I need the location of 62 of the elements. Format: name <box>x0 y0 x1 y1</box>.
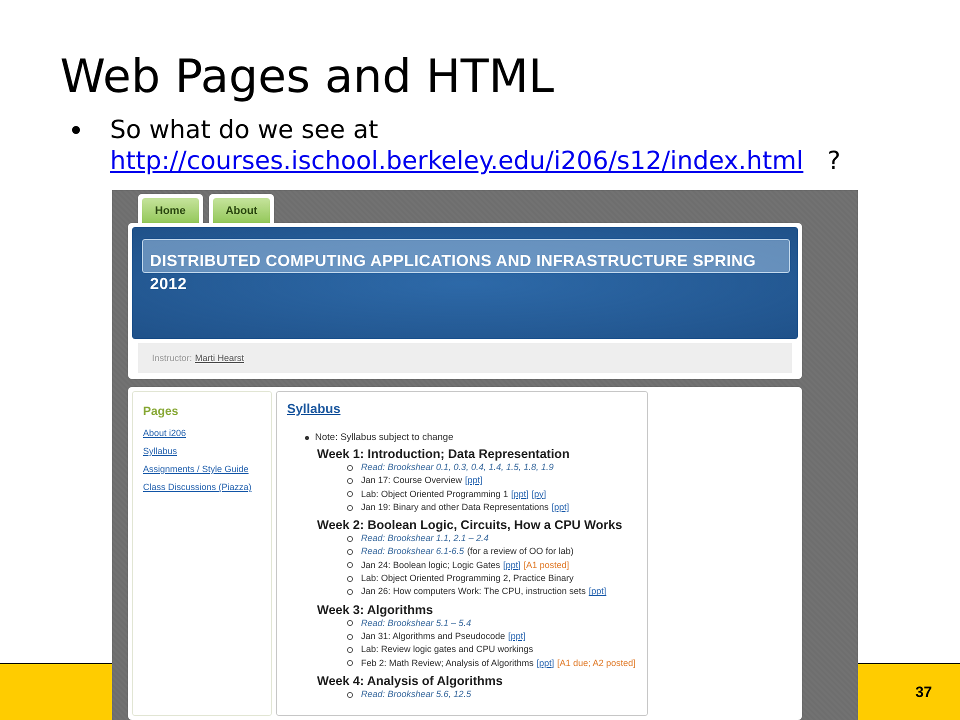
week-heading: Week 1: Introduction; Data Representation <box>317 447 571 461</box>
instructor-link[interactable]: Marti Hearst <box>195 353 244 363</box>
circle-bullet-icon <box>347 491 353 498</box>
circle-bullet-icon <box>347 504 353 511</box>
circle-bullet-icon <box>347 589 353 596</box>
item-text: Feb 2: Math Review; Analysis of Algorithms <box>361 656 534 670</box>
file-link[interactable]: [ppt] <box>536 656 554 670</box>
bullet-text: So what do we see at <box>110 114 380 145</box>
nav-tab[interactable]: Home <box>138 194 203 223</box>
file-link[interactable]: [ppt] <box>508 630 526 644</box>
circle-bullet-icon <box>347 478 353 484</box>
circle-bullet-icon <box>347 536 353 542</box>
item-text: Jan 26: How computers Work: The CPU, instruction sets <box>361 585 586 598</box>
item-text: Jan 19: Binary and other Data Representations <box>361 500 549 514</box>
week-heading: Week 2: Boolean Logic, Circuits, How a CPU Works <box>317 518 624 532</box>
sidebar-link[interactable]: Syllabus <box>143 446 261 456</box>
circle-bullet-icon <box>347 634 353 640</box>
circle-bullet-icon <box>347 620 353 626</box>
file-link[interactable]: [ppt] <box>503 558 521 572</box>
syllabus-heading[interactable]: Syllabus <box>287 401 340 416</box>
nav-tab[interactable]: About <box>208 194 274 223</box>
circle-bullet-icon <box>347 646 353 653</box>
item-text: Jan 17: Course Overview <box>361 474 462 488</box>
circle-bullet-icon <box>347 692 353 698</box>
page-number: 37 <box>915 684 932 700</box>
circle-bullet-icon <box>347 549 353 556</box>
instructor-label: Instructor: <box>152 353 192 363</box>
item-text: Lab: Object Oriented Programming 1 <box>361 488 508 501</box>
course-title: DISTRIBUTED COMPUTING APPLICATIONS AND INFRASTRUCTURE SPRING 2012 <box>150 252 757 295</box>
week-heading: Week 4: Analysis of Algorithms <box>317 674 504 688</box>
status-note: [A1 due; A2 posted] <box>557 656 636 670</box>
item-text: Jan 31: Algorithms and Pseudocode <box>361 630 506 643</box>
bullet-icon <box>72 126 80 134</box>
reading-text: Read: Brookshear 1.1, 2.1 – 2.4 <box>361 532 489 546</box>
reading-text: Read: Brookshear 0.1, 0.3, 0.4, 1.4, 1.5, 1.8, 1.9 <box>361 461 554 474</box>
question-mark: ? <box>827 146 841 175</box>
reading-text: Read: Brookshear 5.1 – 5.4 <box>361 617 472 630</box>
status-note: [A1 posted] <box>524 558 570 572</box>
item-text: Lab: Review logic gates and CPU workings <box>361 643 534 656</box>
url-link[interactable]: http://courses.ischool.berkeley.edu/i206/s12/index.html <box>110 146 804 175</box>
week-heading: Week 3: Algorithms <box>317 602 434 617</box>
sidebar-link[interactable]: Assignments / Style Guide <box>143 464 261 474</box>
slide-title: Web Pages and HTML <box>60 48 556 104</box>
file-link[interactable]: [ppt] <box>552 500 570 514</box>
circle-bullet-icon <box>347 576 353 582</box>
file-link[interactable]: [ppt] <box>588 585 606 599</box>
bullet-icon <box>305 436 309 440</box>
sidebar-link[interactable]: About i206 <box>143 428 261 438</box>
file-link[interactable]: [py] <box>532 488 546 501</box>
sidebar-heading: Pages <box>143 404 180 418</box>
file-link[interactable]: [ppt] <box>465 474 483 488</box>
sidebar-link[interactable]: Class Discussions (Piazza) <box>143 482 261 492</box>
item-text: Lab: Object Oriented Programming 2, Practice Binary <box>361 572 574 586</box>
reading-text: Read: Brookshear 5.6, 12.5 <box>361 688 472 701</box>
file-link[interactable]: [ppt] <box>511 488 529 501</box>
reading-text: Read: Brookshear 6.1-6.5 <box>361 545 464 558</box>
circle-bullet-icon <box>347 660 353 666</box>
circle-bullet-icon <box>347 464 353 471</box>
note-text: Note: Syllabus subject to change <box>315 432 454 443</box>
item-text: Jan 24: Boolean logic; Logic Gates <box>361 558 500 572</box>
item-text: (for a review of OO for lab) <box>467 545 574 558</box>
circle-bullet-icon <box>347 562 353 568</box>
